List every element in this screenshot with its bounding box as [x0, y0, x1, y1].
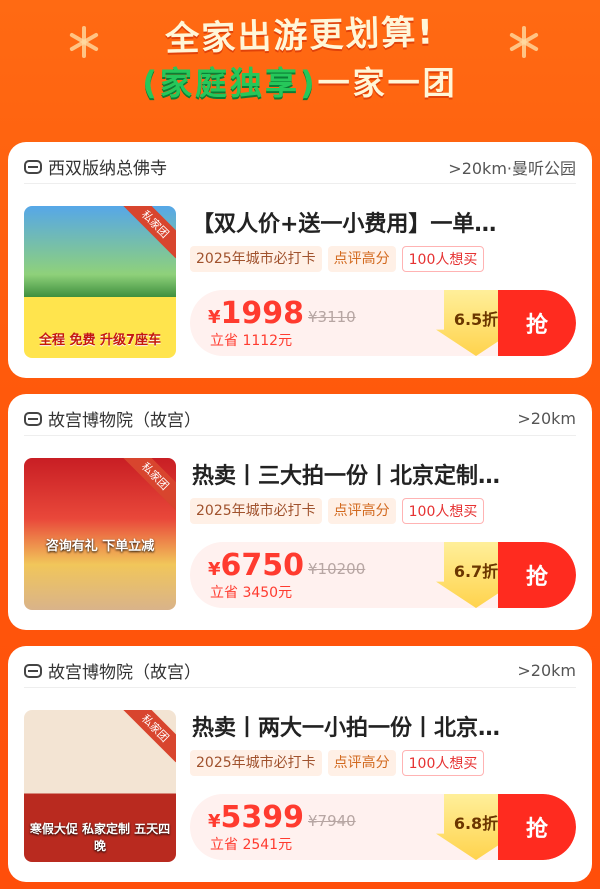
savings-text: 立省 1112元: [210, 333, 293, 349]
location-name: 西双版纳总佛寺: [48, 159, 167, 179]
grab-deal-button[interactable]: 抢: [498, 794, 576, 860]
tag-city-must-visit: 2025年城市必打卡: [190, 750, 322, 776]
savings-text: 立省 2541元: [210, 837, 293, 853]
private-tour-badge: 私家团: [121, 458, 176, 511]
current-price: ¥6750: [208, 548, 305, 583]
private-tour-badge: 私家团: [121, 710, 176, 763]
product-image[interactable]: 私家团 全程 免费 升级7座车: [24, 206, 176, 358]
distance: >20km: [517, 409, 576, 428]
image-caption: 全程 免费 升级7座车: [38, 333, 162, 348]
tag-high-rating: 点评高分: [327, 750, 396, 776]
product-card[interactable]: 西双版纳总佛寺 >20km·曼听公园 私家团 全程 免费 升级7座车 【双人价+…: [8, 142, 592, 378]
current-price: ¥1998: [208, 296, 305, 331]
location-row: 故宫博物院（故宫） >20km: [24, 658, 576, 688]
price-bar[interactable]: ¥1998 ¥3110 立省 1112元 6.5折 抢: [190, 290, 576, 356]
original-price: ¥7940: [308, 812, 356, 830]
tag-high-rating: 点评高分: [327, 498, 396, 524]
price-bar[interactable]: ¥6750 ¥10200 立省 3450元 6.7折 抢: [190, 542, 576, 608]
promo-header: 全家出游更划算! (家庭独享)一家一团: [0, 0, 600, 130]
location-row: 西双版纳总佛寺 >20km·曼听公园: [24, 154, 576, 184]
savings-text: 立省 3450元: [210, 585, 293, 601]
product-card[interactable]: 故宫博物院（故宫） >20km 私家团 咨询有礼 下单立减 热卖丨三大拍一份丨北…: [8, 394, 592, 630]
ticket-icon: [24, 159, 42, 174]
ticket-icon: [24, 663, 42, 678]
product-title[interactable]: 热卖丨三大拍一份丨北京定制…: [192, 458, 576, 490]
grab-deal-button[interactable]: 抢: [498, 290, 576, 356]
location-row: 故宫博物院（故宫） >20km: [24, 406, 576, 436]
current-price: ¥5399: [208, 800, 305, 835]
ticket-icon: [24, 411, 42, 426]
location-name: 故宫博物院（故宫）: [48, 663, 201, 683]
original-price: ¥10200: [308, 560, 366, 578]
tag-city-must-visit: 2025年城市必打卡: [190, 246, 322, 272]
tag-list: 2025年城市必打卡 点评高分 100人想买: [190, 246, 485, 272]
original-price: ¥3110: [308, 308, 356, 326]
product-title[interactable]: 【双人价+送一小费用】一单…: [192, 206, 576, 238]
image-caption: 咨询有礼 下单立减: [45, 539, 155, 554]
distance: >20km·曼听公园: [448, 158, 576, 178]
tag-high-rating: 点评高分: [327, 246, 396, 272]
tag-want-count: 100人想买: [401, 498, 485, 524]
product-image[interactable]: 私家团 咨询有礼 下单立减: [24, 458, 176, 610]
product-title[interactable]: 热卖丨两大一小拍一份丨北京…: [192, 710, 576, 742]
tag-list: 2025年城市必打卡 点评高分 100人想买: [190, 498, 485, 524]
location-name: 故宫博物院（故宫）: [48, 411, 201, 431]
tag-want-count: 100人想买: [401, 750, 485, 776]
private-tour-badge: 私家团: [121, 206, 176, 259]
tag-list: 2025年城市必打卡 点评高分 100人想买: [190, 750, 485, 776]
price-bar[interactable]: ¥5399 ¥7940 立省 2541元 6.8折 抢: [190, 794, 576, 860]
tag-want-count: 100人想买: [401, 246, 485, 272]
promo-subheadline: (家庭独享)一家一团: [142, 64, 458, 102]
product-card[interactable]: 故宫博物院（故宫） >20km 私家团 寒假大促 私家定制 五天四晚 热卖丨两大…: [8, 646, 592, 882]
image-caption: 寒假大促 私家定制 五天四晚: [29, 822, 171, 853]
distance: >20km: [517, 661, 576, 680]
tag-city-must-visit: 2025年城市必打卡: [190, 498, 322, 524]
grab-deal-button[interactable]: 抢: [498, 542, 576, 608]
product-image[interactable]: 私家团 寒假大促 私家定制 五天四晚: [24, 710, 176, 862]
